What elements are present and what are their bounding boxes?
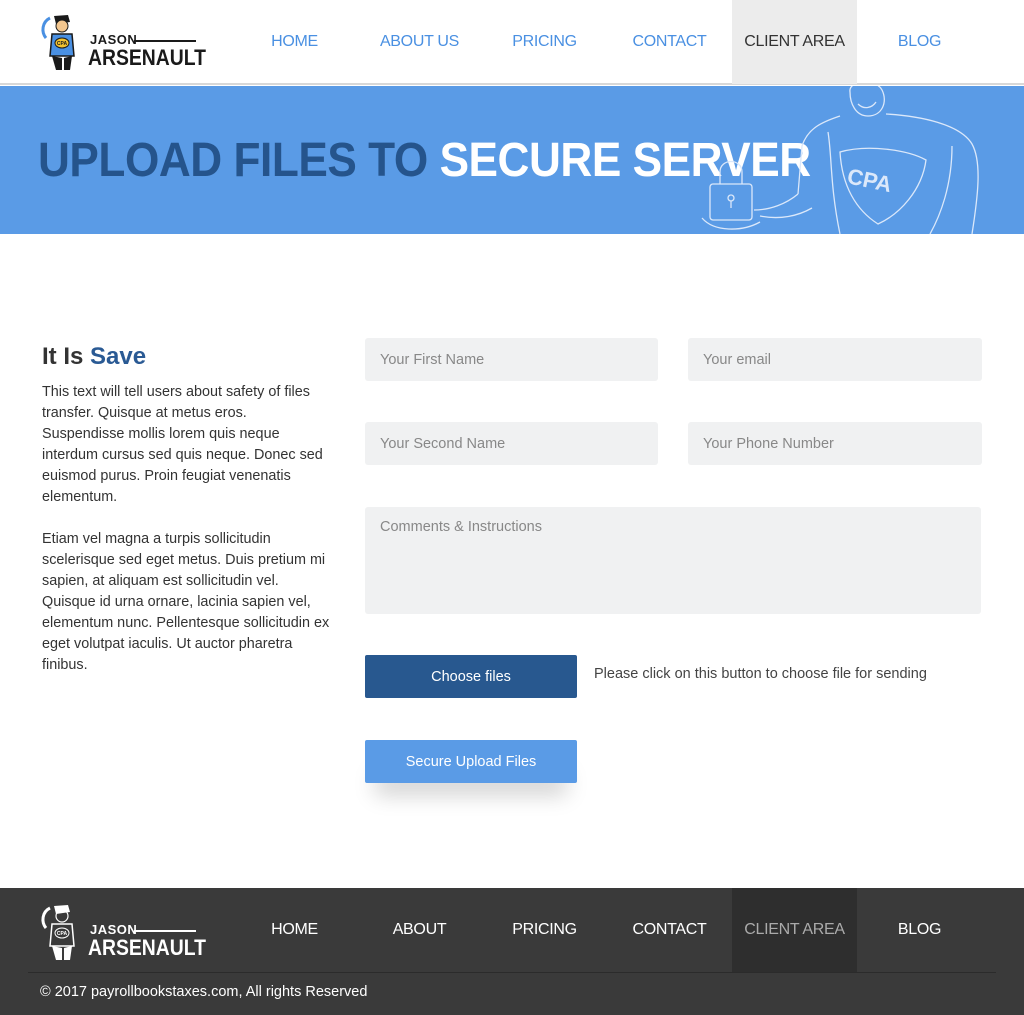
footer-nav-client-area[interactable]: CLIENT AREA xyxy=(732,888,857,972)
footer-logo[interactable]: CPA JASON ARSENAULT xyxy=(40,902,206,962)
svg-text:CPA: CPA xyxy=(57,41,68,47)
main-nav: HOME ABOUT US PRICING CONTACT CLIENT ARE… xyxy=(232,0,982,84)
cpa-hero-illustration: CPA xyxy=(701,86,979,234)
logo-last-name: ARSENAULT xyxy=(88,45,206,70)
footer-divider xyxy=(28,972,996,973)
info-heading: It Is Save xyxy=(42,343,146,371)
phone-input[interactable] xyxy=(688,422,982,465)
footer-nav-home[interactable]: HOME xyxy=(232,888,357,972)
first-name-input[interactable] xyxy=(365,338,658,381)
site-header: CPA JASON ARSENAULT HOME ABOUT US PRICIN… xyxy=(0,0,1024,85)
email-input[interactable] xyxy=(688,338,982,381)
info-paragraph-2: Etiam vel magna a turpis sollicitudin sc… xyxy=(42,531,330,673)
logo-divider xyxy=(134,40,196,42)
logo-mascot-icon: CPA xyxy=(41,905,75,960)
footer-nav-pricing[interactable]: PRICING xyxy=(482,888,607,972)
footer-logo-divider xyxy=(134,930,196,932)
choose-files-button[interactable]: Choose files xyxy=(365,655,577,698)
nav-home[interactable]: HOME xyxy=(232,0,357,84)
nav-blog[interactable]: BLOG xyxy=(857,0,982,84)
logo-mascot-icon: CPA xyxy=(41,15,75,70)
svg-text:CPA: CPA xyxy=(845,163,894,197)
svg-text:CPA: CPA xyxy=(57,931,68,937)
page-banner: UPLOAD FILES TO SECURE SERVER CPA xyxy=(0,86,1024,234)
secure-upload-button[interactable]: Secure Upload Files xyxy=(365,740,577,783)
nav-client-area[interactable]: CLIENT AREA xyxy=(732,0,857,84)
second-name-input[interactable] xyxy=(365,422,658,465)
choose-files-hint: Please click on this button to choose fi… xyxy=(594,666,927,682)
nav-pricing[interactable]: PRICING xyxy=(482,0,607,84)
info-paragraph-1: This text will tell users about safety o… xyxy=(42,384,323,505)
info-heading-accent: Save xyxy=(90,343,147,370)
site-footer: CPA JASON ARSENAULT HOME ABOUT PRICING C… xyxy=(0,888,1024,1015)
copyright-text: © 2017 payrollbookstaxes.com, All rights… xyxy=(40,984,368,1000)
comments-textarea[interactable] xyxy=(365,507,981,614)
lock-icon xyxy=(709,160,753,221)
nav-contact[interactable]: CONTACT xyxy=(607,0,732,84)
footer-nav-contact[interactable]: CONTACT xyxy=(607,888,732,972)
nav-about-us[interactable]: ABOUT US xyxy=(357,0,482,84)
footer-nav-blog[interactable]: BLOG xyxy=(857,888,982,972)
site-logo[interactable]: CPA JASON ARSENAULT xyxy=(40,12,206,72)
page-title-dark: UPLOAD FILES TO xyxy=(38,134,428,187)
footer-nav: HOME ABOUT PRICING CONTACT CLIENT AREA B… xyxy=(232,888,982,972)
info-heading-prefix: It Is xyxy=(42,343,84,370)
footer-nav-about[interactable]: ABOUT xyxy=(357,888,482,972)
footer-logo-last-name: ARSENAULT xyxy=(88,935,206,960)
